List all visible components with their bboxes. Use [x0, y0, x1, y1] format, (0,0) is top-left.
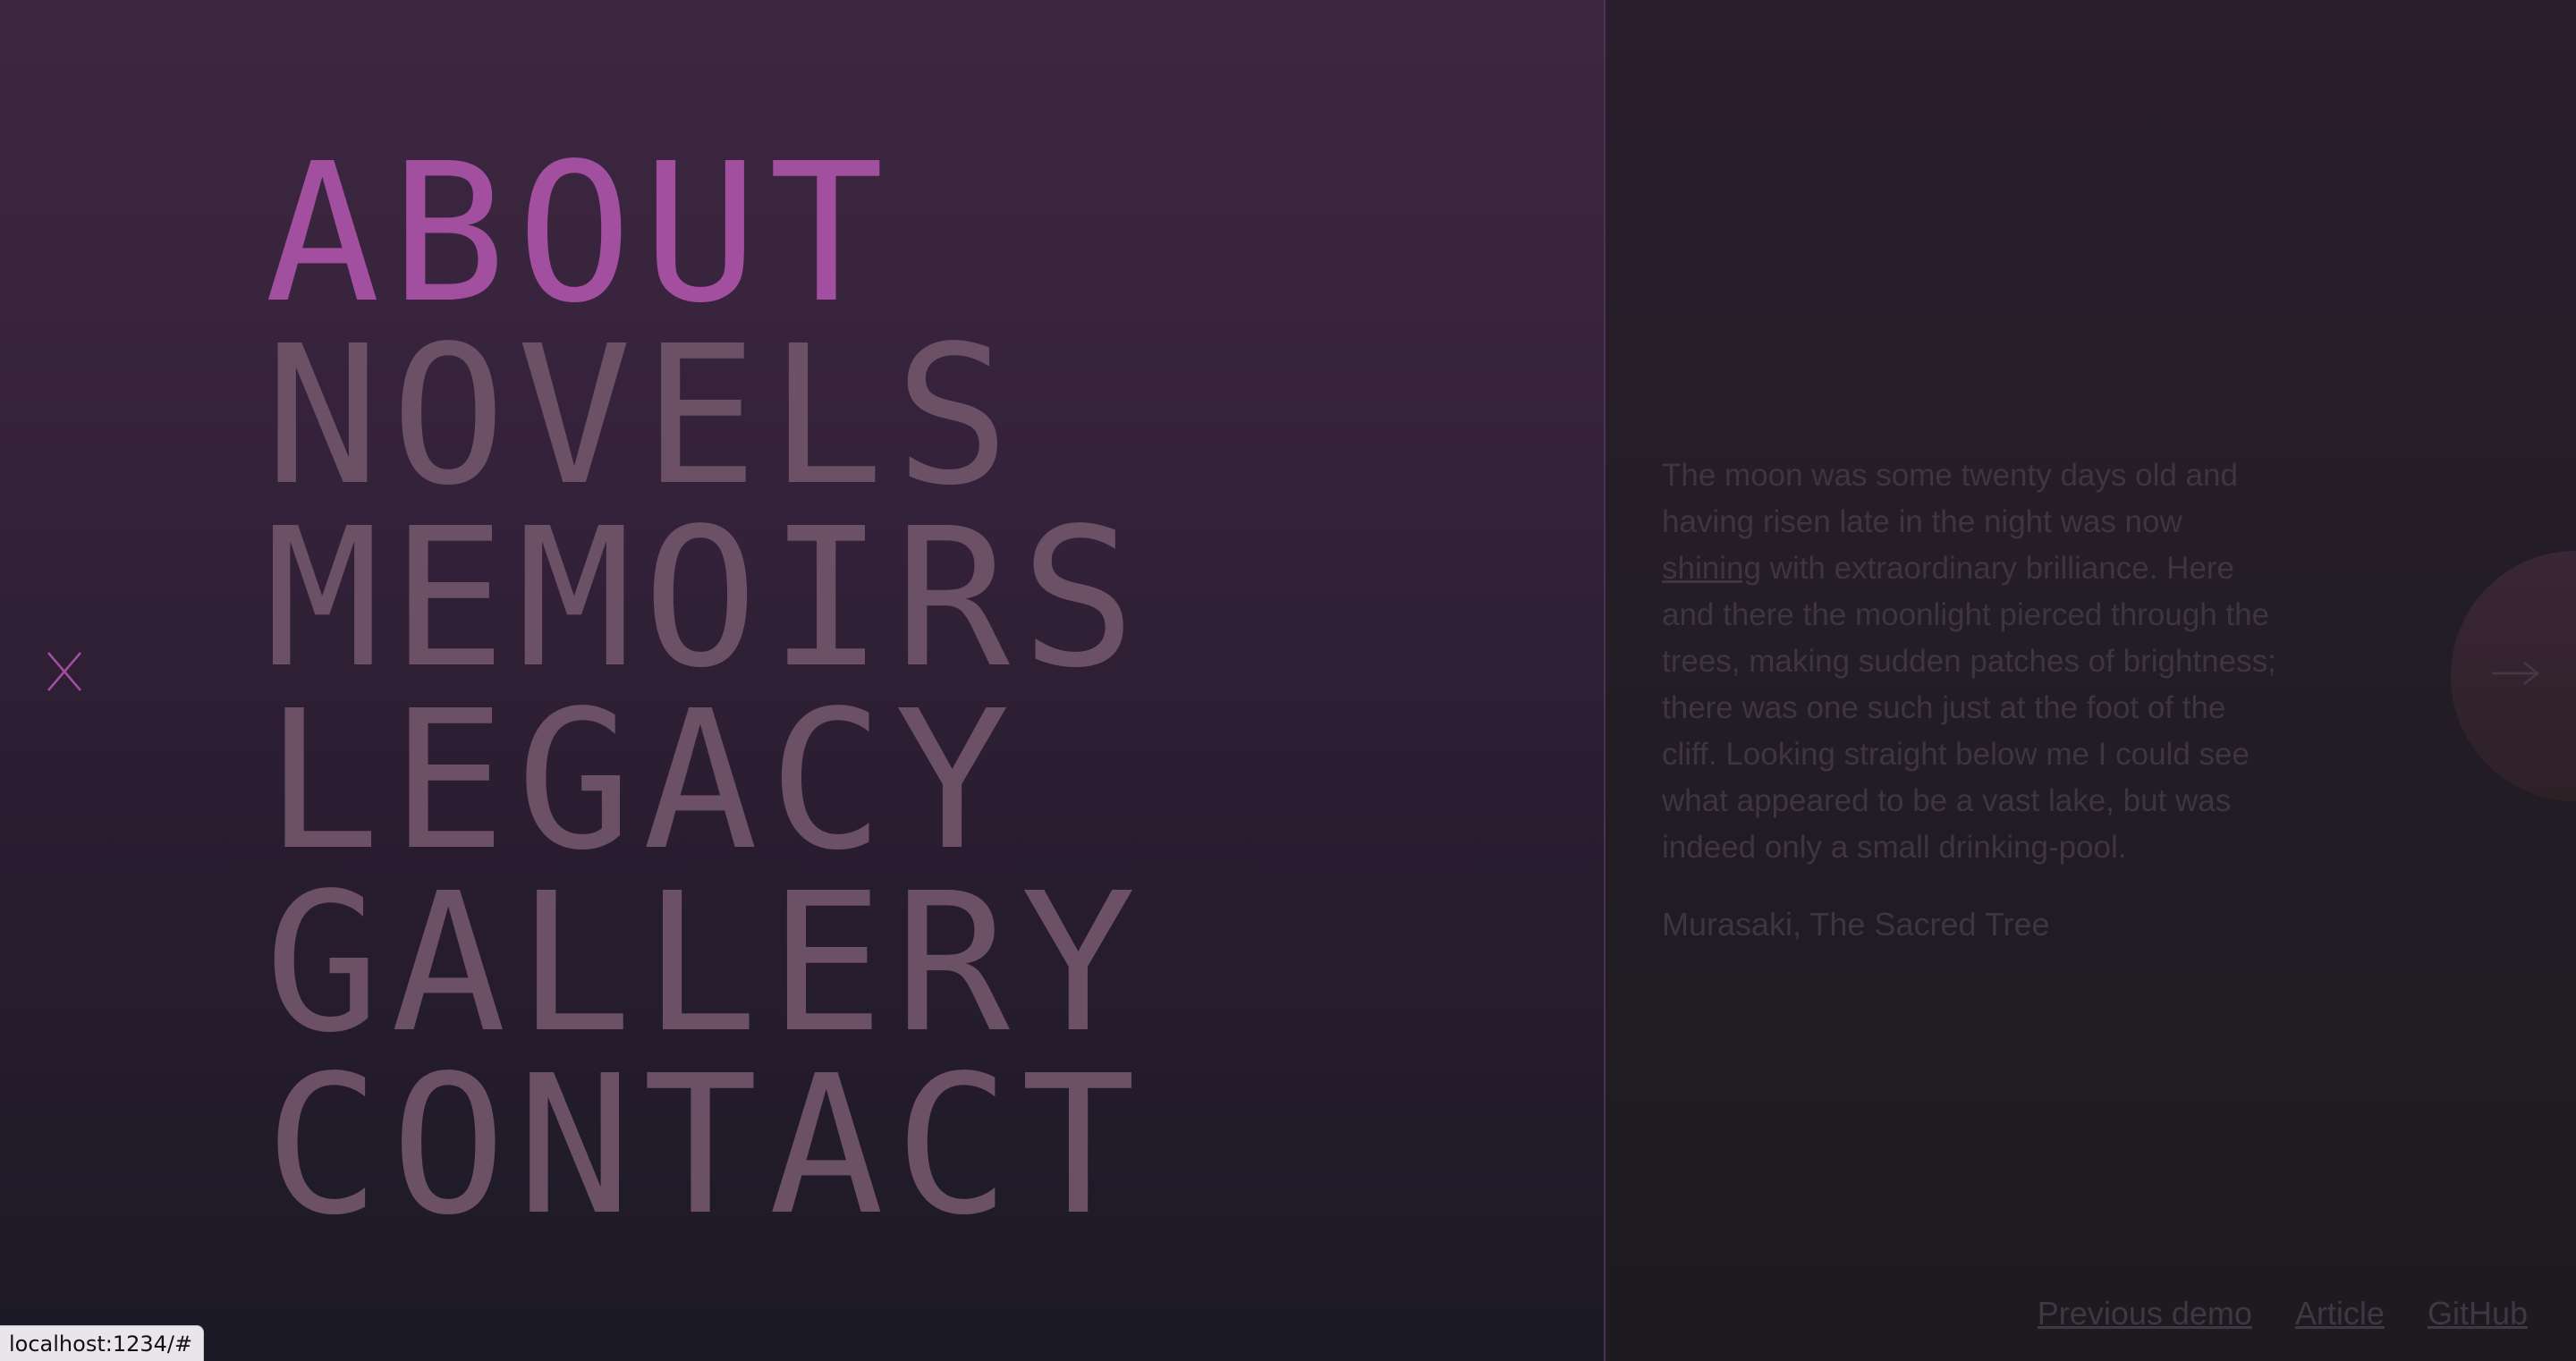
quote-block: The moon was some twenty days old and ha… — [1662, 452, 2279, 948]
quote-text: The moon was some twenty days old and ha… — [1662, 452, 2279, 871]
main-menu: ABOUT NOVELS MEMOIRS LEGACY GALLERY CONT… — [265, 139, 1147, 1242]
quote-attribution: Murasaki, The Sacred Tree — [1662, 906, 2050, 943]
menu-item-contact[interactable]: CONTACT — [265, 1051, 1147, 1242]
menu-item-legacy[interactable]: LEGACY — [265, 686, 1147, 877]
close-x-icon — [47, 652, 81, 691]
github-link[interactable]: GitHub — [2428, 1295, 2528, 1332]
menu-item-memoirs[interactable]: MEMOIRS — [265, 503, 1147, 695]
menu-panel: ABOUT NOVELS MEMOIRS LEGACY GALLERY CONT… — [0, 0, 1606, 1361]
browser-status-bar: localhost:1234/# — [0, 1325, 205, 1361]
quote-text-start: The moon was some twenty days old and ha… — [1662, 458, 2238, 539]
close-menu-button[interactable] — [47, 651, 82, 692]
shining-link[interactable]: shining — [1662, 551, 1761, 586]
menu-item-about[interactable]: ABOUT — [265, 139, 1147, 330]
previous-demo-link[interactable]: Previous demo — [2038, 1295, 2252, 1332]
quote-text-end: with extraordinary brilliance. Here and … — [1662, 551, 2276, 865]
menu-item-gallery[interactable]: GALLERY — [265, 868, 1147, 1060]
footer-links: Previous demo Article GitHub — [2038, 1295, 2528, 1332]
arrow-right-icon — [2492, 662, 2540, 685]
menu-item-novels[interactable]: NOVELS — [265, 321, 1147, 512]
article-link[interactable]: Article — [2295, 1295, 2385, 1332]
